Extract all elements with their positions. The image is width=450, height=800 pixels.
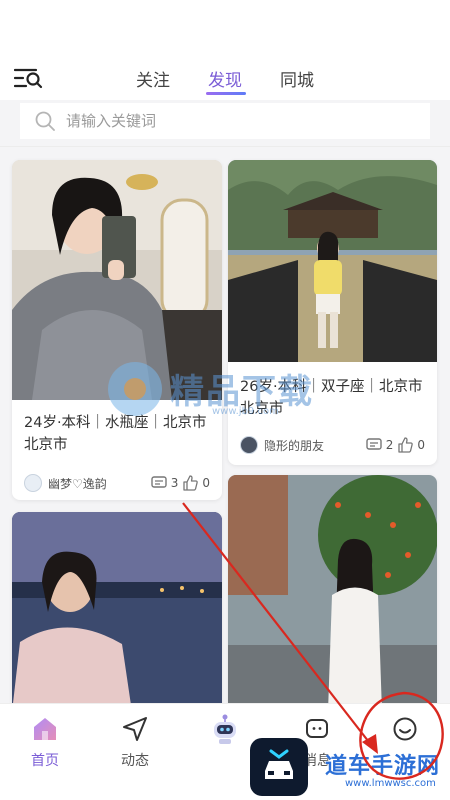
tab-discover[interactable]: 发现: [208, 66, 242, 91]
card-footer: 隐形的朋友 2 0: [240, 434, 425, 456]
profile-summary: 24岁·本科｜水瓶座｜北京市 北京市: [24, 415, 207, 453]
avatar: [24, 474, 42, 492]
search-input[interactable]: [66, 112, 366, 130]
profile-photo: [228, 160, 437, 362]
status-bar-area: [0, 0, 450, 56]
nav-moments[interactable]: 动态: [100, 714, 170, 770]
nav-home[interactable]: 首页: [10, 714, 80, 770]
avatar: [240, 436, 258, 454]
card-footer: 幽梦♡逸韵 3 0: [24, 472, 210, 494]
profile-photo: [12, 160, 222, 400]
tab-nearby[interactable]: 同城: [280, 66, 314, 91]
like-icon[interactable]: [397, 437, 414, 453]
comment-count: 2: [385, 438, 394, 452]
nav-profile[interactable]: [370, 714, 440, 744]
like-icon[interactable]: [182, 475, 199, 491]
brand-watermark-logo: [250, 738, 308, 796]
comment-count: 3: [170, 476, 179, 490]
like-count: 0: [417, 438, 425, 452]
nav-moments-label: 动态: [121, 753, 149, 769]
profile-photo: [228, 475, 437, 712]
brand-watermark-url: www.lmwwsc.com: [345, 778, 436, 789]
nav-assistant[interactable]: [190, 714, 260, 744]
home-icon: [10, 714, 80, 744]
comment-icon: [366, 438, 382, 452]
author-name: 隐形的朋友: [264, 438, 325, 453]
like-count: 0: [202, 476, 210, 490]
profile-card[interactable]: [12, 512, 222, 712]
comment-icon: [151, 476, 167, 490]
profile-card[interactable]: 24岁·本科｜水瓶座｜北京市 北京市 幽梦♡逸韵 3 0: [12, 160, 222, 500]
robot-icon: [190, 714, 260, 744]
smile-icon: [370, 714, 440, 744]
header-divider: [0, 146, 450, 147]
top-nav: 关注 发现 同城: [0, 56, 450, 100]
search-icon: [34, 110, 56, 132]
profile-card[interactable]: [228, 475, 437, 712]
author-name: 幽梦♡逸韵: [48, 476, 107, 491]
profile-photo: [12, 512, 222, 712]
card-stats: 2 0: [366, 437, 425, 453]
card-stats: 3 0: [151, 475, 210, 491]
active-tab-indicator: [206, 92, 246, 95]
feed-tabs: 关注 发现 同城: [0, 56, 450, 100]
nav-home-label: 首页: [31, 753, 59, 769]
brand-watermark-text: 道车手游网: [325, 754, 441, 779]
tab-follow[interactable]: 关注: [136, 66, 170, 91]
send-icon: [100, 714, 170, 744]
profile-summary: 26岁·本科｜双子座｜北京市 北京市: [240, 379, 423, 417]
profile-card[interactable]: 26岁·本科｜双子座｜北京市 北京市 隐形的朋友 2 0: [228, 160, 437, 465]
search-bar[interactable]: [20, 103, 430, 139]
